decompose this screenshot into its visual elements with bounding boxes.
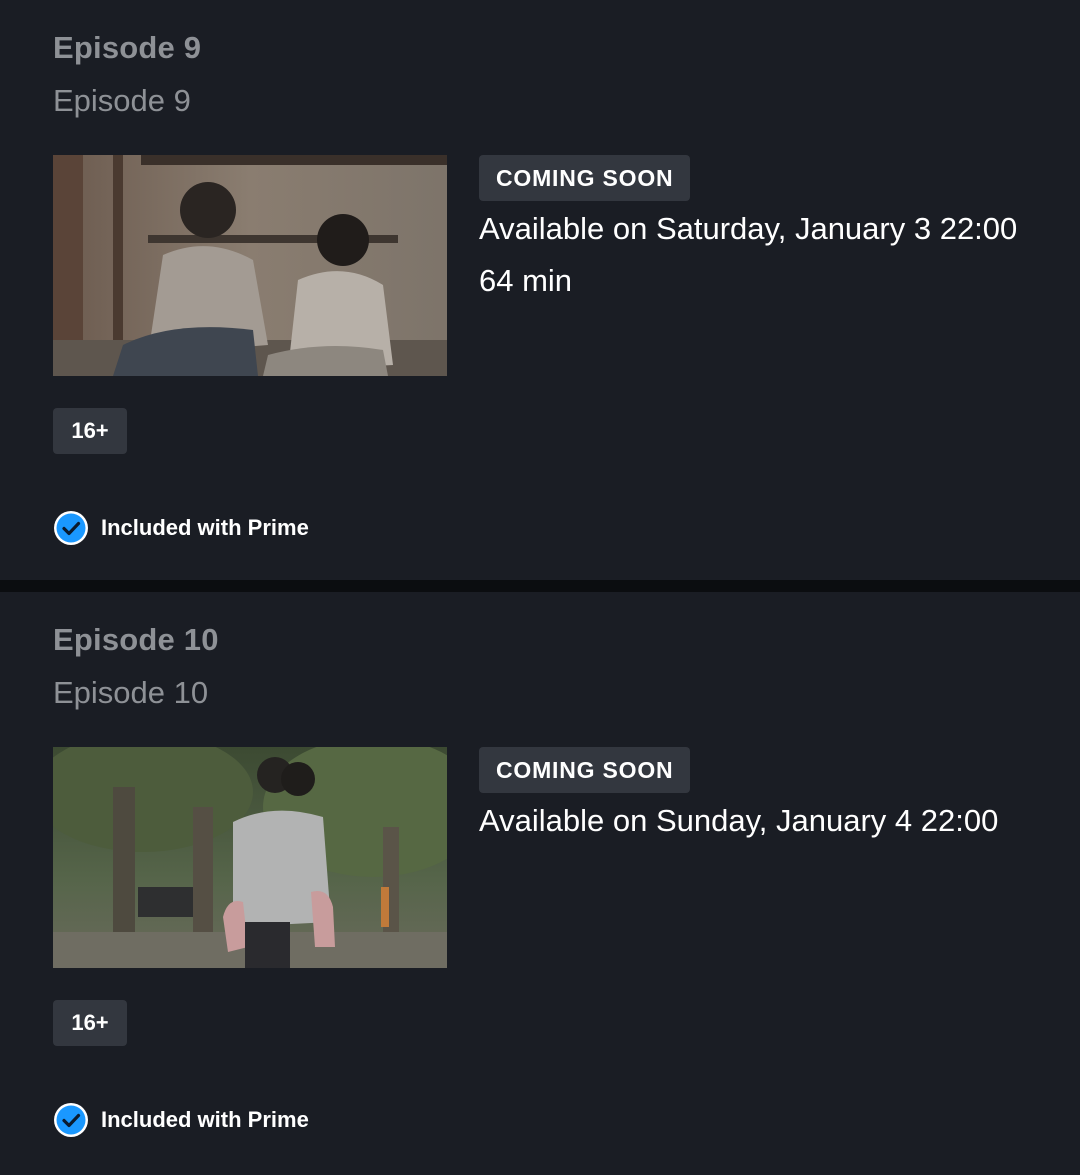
check-circle-icon [54, 1103, 88, 1137]
included-with-prime: Included with Prime [53, 510, 309, 546]
duration-text: 64 min [479, 263, 573, 298]
episode-subtitle: Episode 9 [53, 83, 191, 118]
episode-subtitle: Episode 10 [53, 675, 209, 710]
episode-title: Episode 9 [53, 30, 202, 65]
episode-title: Episode 10 [53, 622, 219, 657]
episode-card[interactable]: Episode 9 Episode 9 COMING SOON Availabl… [0, 0, 1080, 580]
divider [0, 580, 1080, 592]
age-rating-badge: 16+ [53, 408, 127, 454]
availability-text: Available on Saturday, January 3 22:00 [479, 211, 1018, 246]
included-with-prime: Included with Prime [53, 1102, 309, 1138]
availability-text: Available on Sunday, January 4 22:00 [479, 803, 999, 838]
coming-soon-badge: COMING SOON [479, 155, 691, 201]
included-label: Included with Prime [101, 515, 309, 540]
episode-thumbnail[interactable] [53, 155, 447, 376]
included-label: Included with Prime [101, 1107, 309, 1132]
episode-card[interactable]: Episode 10 Episode 10 COMING SOON Availa… [0, 592, 1080, 1175]
episode-thumbnail[interactable] [53, 747, 447, 968]
check-circle-icon [54, 511, 88, 545]
coming-soon-badge: COMING SOON [479, 747, 691, 793]
age-rating-badge: 16+ [53, 1000, 127, 1046]
